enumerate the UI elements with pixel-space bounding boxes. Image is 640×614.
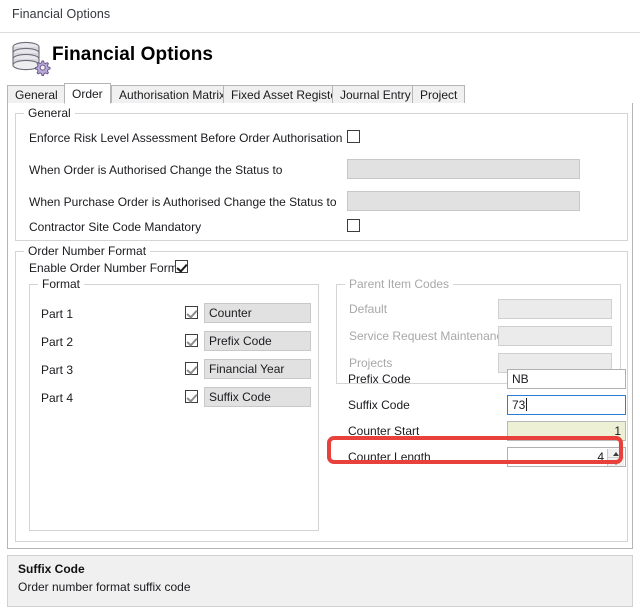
combobox-part-2[interactable]: Prefix Code [204,331,311,351]
input-suffix-code-value: 73 [512,398,526,412]
window-caption-bar: Financial Options [0,0,640,33]
tab-general[interactable]: General [7,85,66,104]
label-part-2: Part 2 [41,335,74,349]
tab-authorisation-matrix[interactable]: Authorisation Matrix [111,85,234,104]
input-parent-default[interactable] [498,299,612,319]
group-parent-item-codes-title: Parent Item Codes [345,277,454,291]
group-order-number-format-title: Order Number Format [24,244,151,258]
tab-bar: General Order Authorisation Matrix Fixed… [7,83,633,104]
label-counter-length: Counter Length [348,450,431,464]
input-counter-length[interactable]: 4 [507,447,626,467]
label-parent-default: Default [349,302,388,316]
spinner-up-icon[interactable] [608,449,624,458]
window-caption-text: Financial Options [12,7,111,21]
database-gear-icon [8,39,52,79]
label-purchase-order-authorised-status: When Purchase Order is Authorised Change… [29,195,337,209]
checkbox-part-4[interactable] [185,390,198,403]
input-counter-length-value: 4 [597,450,604,464]
checkbox-part-2[interactable] [185,334,198,347]
label-suffix-code: Suffix Code [348,398,410,412]
checkbox-enforce-risk-level[interactable] [347,130,360,143]
label-enable-order-number-format: Enable Order Number Format [29,261,188,275]
label-counter-start: Counter Start [348,424,420,438]
counter-length-spinner[interactable] [607,449,624,466]
input-counter-start: 1 [507,421,626,441]
spinner-down-icon[interactable] [608,458,624,466]
help-pane-description: Order number format suffix code [18,580,191,594]
checkbox-contractor-site-code-mandatory[interactable] [347,219,360,232]
combobox-part-4[interactable]: Suffix Code [204,387,311,407]
label-part-3: Part 3 [41,363,74,377]
label-order-authorised-status: When Order is Authorised Change the Stat… [29,163,283,177]
help-pane: Suffix Code Order number format suffix c… [7,555,633,607]
label-part-4: Part 4 [41,391,74,405]
group-format-title: Format [38,277,85,291]
text-caret [526,398,528,411]
input-prefix-code[interactable]: NB [507,369,626,389]
help-pane-title: Suffix Code [18,562,85,576]
tab-page-order: General Enforce Risk Level Assessment Be… [7,103,633,549]
page-title: Financial Options [52,44,214,65]
combobox-order-authorised-status[interactable] [347,159,580,179]
tab-journal-entry[interactable]: Journal Entry [332,85,419,104]
label-prefix-code: Prefix Code [348,372,411,386]
label-part-1: Part 1 [41,307,74,321]
input-suffix-code[interactable]: 73 [507,395,626,415]
combobox-purchase-order-authorised-status[interactable] [347,191,580,211]
combobox-part-1[interactable]: Counter [204,303,311,323]
page-header: Financial Options [0,34,640,84]
checkbox-part-3[interactable] [185,362,198,375]
group-general-title: General [24,106,75,120]
checkbox-part-1[interactable] [185,306,198,319]
combobox-part-3[interactable]: Financial Year [204,359,311,379]
group-general: General Enforce Risk Level Assessment Be… [15,106,628,241]
group-order-number-format: Order Number Format Enable Order Number … [15,244,628,542]
label-parent-projects: Projects [349,356,393,370]
group-format: Format Part 1 Counter Part 2 Prefix Code… [29,277,319,531]
checkbox-enable-order-number-format[interactable] [175,260,188,273]
tab-project[interactable]: Project [412,85,466,104]
tab-fixed-asset-register[interactable]: Fixed Asset Register [223,85,350,104]
label-enforce-risk-level: Enforce Risk Level Assessment Before Ord… [29,131,343,145]
label-parent-service-request-maintenance: Service Request Maintenance [349,329,510,343]
tab-order[interactable]: Order [64,83,111,104]
label-contractor-site-code-mandatory: Contractor Site Code Mandatory [29,220,202,234]
input-parent-service-request-maintenance[interactable] [498,326,612,346]
